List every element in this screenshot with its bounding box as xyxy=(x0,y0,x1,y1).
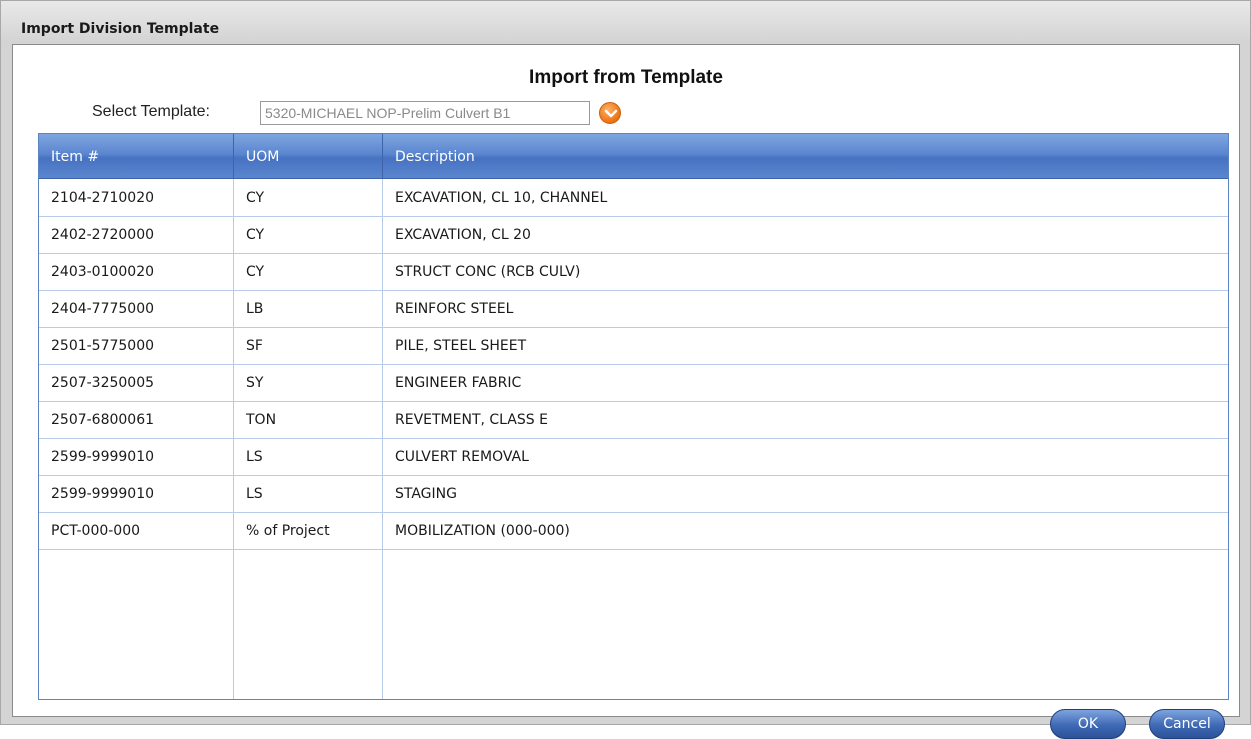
column-header-uom[interactable]: UOM xyxy=(234,134,383,179)
cell-description: REVETMENT, CLASS E xyxy=(395,412,548,428)
cell-uom: LS xyxy=(234,476,383,513)
cell-item: 2403-0100020 xyxy=(39,254,234,291)
cell-description: MOBILIZATION (000-000) xyxy=(395,523,570,539)
cell-item: 2104-2710020 xyxy=(39,180,234,217)
cell-description: PILE, STEEL SHEET xyxy=(395,338,527,354)
cell-item: 2501-5775000 xyxy=(39,328,234,365)
table-row[interactable]: 2501-5775000 SF PILE, STEEL SHEET xyxy=(39,328,1228,365)
cell-item: 2402-2720000 xyxy=(39,217,234,254)
table-row[interactable]: 2507-3250005 SY ENGINEER FABRIC xyxy=(39,365,1228,402)
cell-uom: SY xyxy=(234,365,383,402)
cell-uom: LS xyxy=(234,439,383,476)
select-template-label: Select Template: xyxy=(92,103,210,120)
cell-description: CULVERT REMOVAL xyxy=(395,449,529,465)
table-row[interactable]: 2599-9999010 LS STAGING xyxy=(39,476,1228,513)
cell-description: ENGINEER FABRIC xyxy=(395,375,522,391)
import-division-template-dialog: Import Division Template Import from Tem… xyxy=(0,0,1251,739)
cell-item: 2599-9999010 xyxy=(39,439,234,476)
table-row[interactable]: PCT-000-000% of Project MOBILIZATION (000… xyxy=(39,513,1228,550)
grid-header: Item # UOM Description xyxy=(39,134,1228,179)
cell-description: EXCAVATION, CL 20 xyxy=(395,227,531,243)
cell-uom: LB xyxy=(234,291,383,328)
chevron-down-icon xyxy=(604,109,618,118)
cell-item: 2404-7775000 xyxy=(39,291,234,328)
cell-description: EXCAVATION, CL 10, CHANNEL xyxy=(395,190,608,206)
template-items-grid: Item # UOM Description 2104-2710020 CY EXC… xyxy=(38,133,1229,700)
ok-button[interactable]: OK xyxy=(1050,709,1126,739)
table-row[interactable]: 2402-2720000 CY EXCAVATION, CL 20 xyxy=(39,217,1228,254)
cell-item: 2507-6800061 xyxy=(39,402,234,439)
dialog-titlebar[interactable]: Import Division Template xyxy=(1,1,1250,43)
table-row[interactable]: 2104-2710020 CY EXCAVATION, CL 10, CHANNEL xyxy=(39,180,1228,217)
table-row[interactable]: 2403-0100020 CY STRUCT CONC (RCB CULV) xyxy=(39,254,1228,291)
cell-item: 2599-9999010 xyxy=(39,476,234,513)
template-select-input[interactable]: 5320-MICHAEL NOP-Prelim Culvert B1 xyxy=(260,101,590,125)
cell-description: STAGING xyxy=(395,486,457,502)
column-header-description[interactable]: Description xyxy=(383,134,1228,179)
cell-uom: % of Project xyxy=(234,513,383,550)
cell-description: STRUCT CONC (RCB CULV) xyxy=(395,264,581,280)
template-dropdown-button[interactable] xyxy=(599,102,621,124)
cell-uom: CY xyxy=(234,180,383,217)
dialog-content: Import from Template Select Template: 53… xyxy=(12,44,1240,739)
cell-uom: SF xyxy=(234,328,383,365)
page-title: Import from Template xyxy=(529,67,723,88)
cell-uom: TON xyxy=(234,402,383,439)
column-header-item[interactable]: Item # xyxy=(39,134,234,179)
dialog-title: Import Division Template xyxy=(21,21,220,37)
cell-uom: CY xyxy=(234,217,383,254)
cell-description: REINFORC STEEL xyxy=(395,301,514,317)
table-row[interactable]: 2599-9999010 LS CULVERT REMOVAL xyxy=(39,439,1228,476)
cell-item: 2507-3250005 xyxy=(39,365,234,402)
cell-item: PCT-000-000 xyxy=(39,513,234,550)
table-row[interactable]: 2404-7775000 LB REINFORC STEEL xyxy=(39,291,1228,328)
cell-uom: CY xyxy=(234,254,383,291)
cancel-button[interactable]: Cancel xyxy=(1149,709,1225,739)
table-row[interactable]: 2507-6800061 TON REVETMENT, CLASS E xyxy=(39,402,1228,439)
